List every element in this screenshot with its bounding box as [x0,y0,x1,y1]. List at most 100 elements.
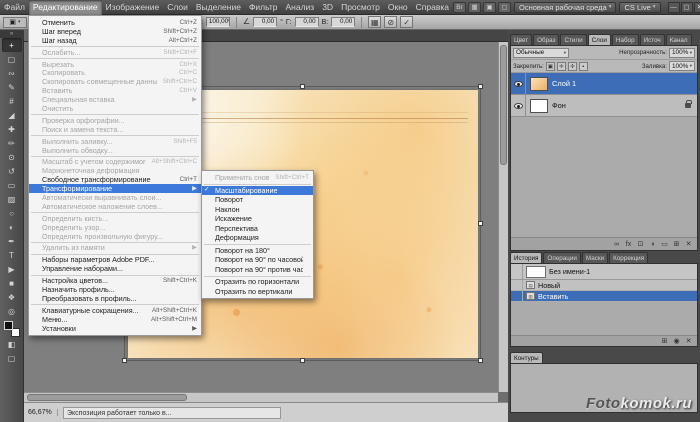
history-state-new[interactable]: ▤ Новый [511,280,697,291]
visibility-toggle[interactable] [511,73,526,95]
healing-brush-tool[interactable]: ✚ [2,122,22,136]
v-skew-input[interactable]: 0,00 [331,17,355,27]
new-document-from-state-icon[interactable]: ⊞ [660,336,669,347]
transform-handle[interactable] [300,84,305,89]
menu-item[interactable]: Поворот на 90° по часовой [202,255,313,265]
cancel-transform-button[interactable]: ⊘ [384,16,397,28]
view-extras-icon[interactable]: ▦ [468,2,481,13]
menubar-item[interactable]: Выделение [192,0,245,15]
panel-tab[interactable]: Источ [640,34,665,45]
brush-tool[interactable]: ✏ [2,136,22,150]
panel-tab[interactable]: Образ [533,34,559,45]
lock-transparency-icon[interactable]: ▣ [546,62,555,71]
history-source-checkbox[interactable] [513,291,523,301]
eyedropper-tool[interactable]: ◢ [2,108,22,122]
menu-item[interactable]: Меню... Alt+Shift+Ctrl+M [29,315,201,324]
minimize-button[interactable]: — [668,2,680,13]
panel-tab[interactable]: Маски [582,252,608,263]
menu-item[interactable]: Отразить по вертикали [202,287,313,297]
zoom-level-field[interactable]: 66,67% [28,409,58,416]
menu-item[interactable]: Отразить по горизонтали [202,277,313,287]
screen-mode-button[interactable]: ▢ [2,351,22,365]
menubar-item[interactable]: 3D [318,0,337,15]
rectangle-tool[interactable]: ■ [2,276,22,290]
blur-tool[interactable]: ○ [2,206,22,220]
type-tool[interactable]: T [2,248,22,262]
rectangular-marquee-tool[interactable]: ▢ [2,52,22,66]
fill-value[interactable]: 100% ▾ [669,61,695,71]
menu-item[interactable]: Поворот [202,195,313,205]
layer-group-icon[interactable]: ▭ [660,239,669,250]
lock-position-icon[interactable]: ✢ [568,62,577,71]
eraser-tool[interactable]: ▭ [2,178,22,192]
workspace-switcher[interactable]: Основная рабочая среда ▾ [514,2,616,13]
panel-tab[interactable]: Набор [612,34,639,45]
panel-tab[interactable]: История [510,252,542,263]
scrollbar-thumb[interactable] [27,394,187,401]
delete-layer-icon[interactable]: ✕ [684,239,693,250]
arrange-documents-icon[interactable]: ▣ [483,2,496,13]
menu-item[interactable]: Поворот на 180° [202,246,313,256]
collapse-tools-icon[interactable]: » [0,30,24,38]
history-state-paste[interactable]: ▥ Вставить [511,291,697,302]
menu-item[interactable]: Деформация [202,233,313,243]
foreground-color-swatch[interactable] [4,321,13,330]
pen-tool[interactable]: ✒ [2,234,22,248]
opacity-value[interactable]: 100% ▾ [669,48,695,58]
layer-style-icon[interactable]: fx [624,239,633,250]
history-brush-tool[interactable]: ↺ [2,164,22,178]
menubar-item[interactable]: Слои [163,0,192,15]
tool-preset-picker[interactable]: ▣ ▾ [3,17,27,28]
menubar-item[interactable]: Изображение [102,0,164,15]
warp-mode-toggle[interactable]: ▦ [368,16,381,28]
menu-item[interactable]: Преобразовать в профиль... [29,294,201,303]
menubar-item[interactable]: Фильтр [245,0,282,15]
transform-handle[interactable] [478,358,483,363]
path-selection-tool[interactable]: ▶ [2,262,22,276]
commit-transform-button[interactable]: ✓ [400,16,413,28]
hand-tool[interactable]: ❖ [2,290,22,304]
history-snapshot-row[interactable]: Без имени-1 [511,264,697,280]
menu-item[interactable]: Шаг вперед Shift+Ctrl+Z [29,27,201,36]
close-button[interactable]: ✕ [694,2,700,13]
layer-thumbnail[interactable] [530,99,548,113]
panel-tab[interactable]: Цвет [510,34,532,45]
layer-thumbnail[interactable] [530,77,548,91]
history-source-checkbox[interactable] [513,280,523,290]
menubar-item[interactable]: Окно [384,0,412,15]
lasso-tool[interactable]: ∾ [2,66,22,80]
lock-all-icon[interactable]: ▪ [579,62,588,71]
menubar-item[interactable]: Анализ [282,0,319,15]
move-tool[interactable]: + [2,38,22,52]
new-snapshot-icon[interactable]: ◉ [672,336,681,347]
screen-mode-icon[interactable]: ▢ [498,2,511,13]
menu-item[interactable]: Шаг назад Alt+Ctrl+Z [29,36,201,45]
gradient-tool[interactable]: ▨ [2,192,22,206]
panel-tab[interactable]: Операции [543,252,580,263]
menubar-item[interactable]: Просмотр [337,0,384,15]
restore-button[interactable]: ▢ [681,2,693,13]
horizontal-scrollbar[interactable] [24,392,498,402]
delete-state-icon[interactable]: ✕ [684,336,693,347]
menu-item[interactable]: Трансформирование ▶ [29,184,201,193]
adjustment-layer-icon[interactable]: ◑ [648,239,657,250]
transform-handle[interactable] [300,358,305,363]
dodge-tool[interactable]: ◐ [2,220,22,234]
crop-tool[interactable]: # [2,94,22,108]
panel-tab[interactable]: Стили [560,34,586,45]
transform-handle[interactable] [478,84,483,89]
transform-handle[interactable] [122,358,127,363]
zoom-tool[interactable]: ◎ [2,304,22,318]
menu-item[interactable]: Установки ▶ [29,324,201,333]
transform-handle[interactable] [478,221,483,226]
angle-input[interactable]: 0,00 [253,17,277,27]
menu-item[interactable]: Отменить Ctrl+Z [29,18,201,27]
cs-live-button[interactable]: CS Live ▾ [619,2,660,13]
lock-pixels-icon[interactable]: ✛ [557,62,566,71]
menu-item[interactable]: Назначить профиль... [29,285,201,294]
vertical-scrollbar[interactable] [498,42,508,392]
layer-background[interactable]: Фон [511,95,697,117]
scrollbar-thumb[interactable] [500,45,507,165]
menu-item[interactable]: Наборы параметров Adobe PDF... [29,255,201,264]
panel-tab[interactable]: Коррекция [609,252,648,263]
